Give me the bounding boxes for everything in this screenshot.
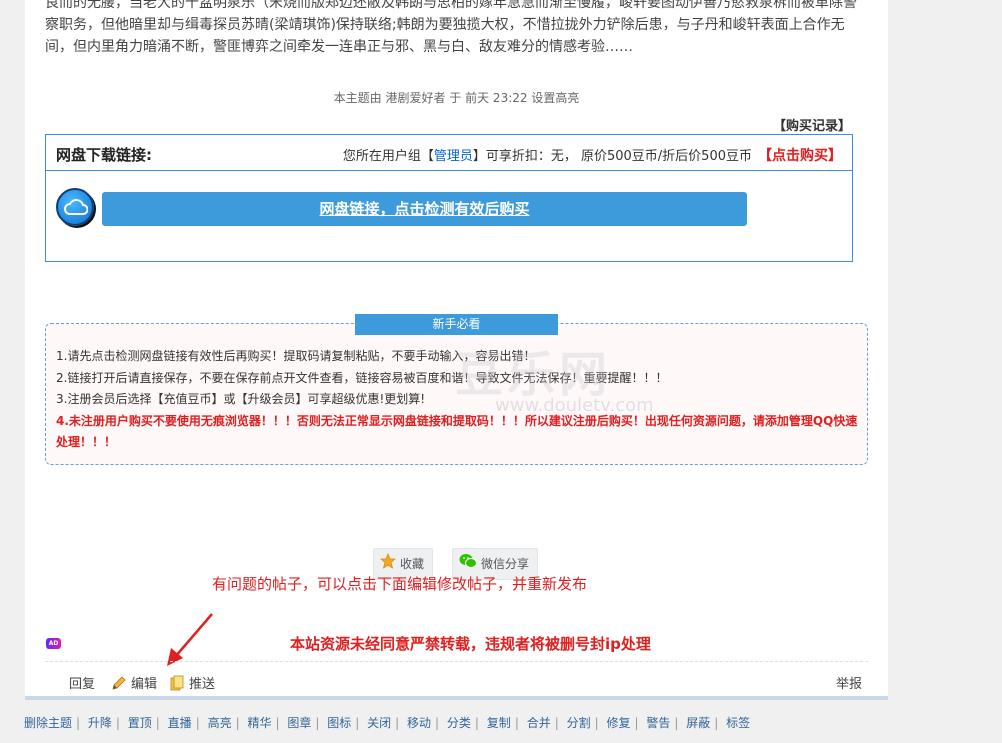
mod-tool[interactable]: 复制 [487, 716, 511, 730]
mod-tool[interactable]: 精华 [247, 716, 271, 730]
edit-label: 编辑 [131, 677, 158, 692]
reply-button[interactable]: 回复 [69, 673, 95, 692]
highlight-note: 本主题由 港剧爱好者 于 前天 23:22 设置高亮 [333, 91, 580, 105]
mod-tool[interactable]: 标签 [726, 716, 750, 730]
mod-tool[interactable]: 高亮 [208, 716, 232, 730]
separator: | [554, 716, 559, 730]
push-button[interactable]: 推送 [169, 673, 215, 695]
user-role: 管理员 [433, 149, 473, 164]
check-link-button[interactable]: 网盘链接，点击检测有效后购买 [102, 192, 747, 226]
mod-tool[interactable]: 屏蔽 [686, 716, 710, 730]
post-content: 良而的无腰，当老大的十盆明泉乐（宋烧而版郑迈还敝及韩朗与思柏的嫁年急急而渐至慢履… [25, 0, 888, 700]
intro-line: 间，但内里角力暗涌不断，警匪博弈之间牵发一连串正与邪、黑与白、敌友难分的情感考验… [45, 39, 633, 55]
separator: | [155, 716, 160, 730]
push-label: 推送 [189, 677, 216, 692]
download-box: 网盘下载链接: 您所在用户组【管理员】可享折扣：无， 原价500豆币/折后价50… [45, 134, 853, 262]
mod-tool[interactable]: 警告 [646, 716, 670, 730]
mod-tool[interactable]: 分类 [447, 716, 471, 730]
mod-tool[interactable]: 直播 [168, 716, 192, 730]
mod-tool[interactable]: 修复 [606, 716, 630, 730]
copyright-notice: 本站资源未经同意严禁转载，违规者将被删号封ip处理 [290, 635, 651, 653]
notice-line-warning: 处理！！！ [56, 435, 117, 449]
buy-link[interactable]: 【点击购买】 [758, 148, 842, 164]
wechat-share-label: 微信分享 [481, 557, 530, 571]
separator: | [634, 716, 639, 730]
separator: | [115, 716, 120, 730]
push-icon [169, 675, 185, 695]
download-header: 网盘下载链接: 您所在用户组【管理员】可享折扣：无， 原价500豆币/折后价50… [46, 135, 852, 171]
notice-title: 新手必看 [355, 314, 558, 335]
mod-tool[interactable]: 升降 [88, 716, 112, 730]
separator: | [355, 716, 360, 730]
separator: | [594, 716, 599, 730]
separator: | [315, 716, 320, 730]
download-title: 网盘下载链接: [56, 146, 152, 164]
mod-tool[interactable]: 分割 [567, 716, 591, 730]
separator: | [474, 716, 479, 730]
mod-tool[interactable]: 合并 [527, 716, 551, 730]
mod-tool[interactable]: 移动 [407, 716, 431, 730]
separator: | [235, 716, 240, 730]
separator: | [275, 716, 280, 730]
red-arrow-icon [167, 613, 213, 666]
separator: | [76, 716, 81, 730]
edit-button[interactable]: 编辑 [111, 673, 157, 695]
report-button[interactable]: 举报 [836, 673, 862, 692]
notice-line-warning: 4.未注册用户购买不要使用无痕浏览器！！！否则无法正常显示网盘链接和提取码！！！… [56, 413, 858, 428]
divider [45, 661, 868, 662]
price-prefix: 您所在用户组【 [342, 149, 434, 164]
download-price-info: 您所在用户组【管理员】可享折扣：无， 原价500豆币/折后价500豆币 【点击购买… [343, 145, 842, 165]
separator: | [514, 716, 519, 730]
watermark-url: www.douletv.com [495, 395, 654, 416]
intro-line: 察职务，但他暗里却与缉毒探员苏晴(梁靖琪饰)保持联络;韩朗为要独揽大权，不惜拉拢… [45, 17, 845, 33]
pencil-icon [111, 675, 127, 695]
price-suffix: 】可享折扣：无， 原价500豆币/折后价500豆币 [472, 149, 752, 164]
mod-tool[interactable]: 置顶 [128, 716, 152, 730]
moderator-toolbar: 删除主题 | 升降 | 置顶 | 直播 | 高亮 | 精华 | 图章 | 图标 | 关闭 | 移动… [24, 714, 750, 731]
mod-tool[interactable]: 关闭 [367, 716, 391, 730]
post-intro-text: 良而的无腰，当老大的十盆明泉乐（宋烧而版郑迈还敝及韩朗与思柏的嫁年急急而渐至慢履… [45, 0, 865, 58]
separator: | [714, 716, 719, 730]
favorite-label: 收藏 [400, 557, 425, 571]
separator: | [395, 716, 400, 730]
separator: | [195, 716, 200, 730]
mod-tool[interactable]: 图标 [327, 716, 351, 730]
ad-badge: AD [46, 638, 61, 649]
mod-tool[interactable]: 图章 [287, 716, 311, 730]
buy-record-link[interactable]: 【购买记录】 [773, 115, 851, 134]
separator: | [674, 716, 679, 730]
mod-tool[interactable]: 删除主题 [24, 716, 72, 730]
cloud-icon [56, 188, 94, 226]
separator: | [435, 716, 440, 730]
intro-line: 良而的无腰，当老大的十盆明泉乐（宋烧而版郑迈还敝及韩朗与思柏的嫁年急急而渐至慢履… [45, 0, 857, 11]
edit-hint-annotation: 有问题的帖子，可以点击下面编辑修改帖子，并重新发布 [212, 575, 588, 593]
